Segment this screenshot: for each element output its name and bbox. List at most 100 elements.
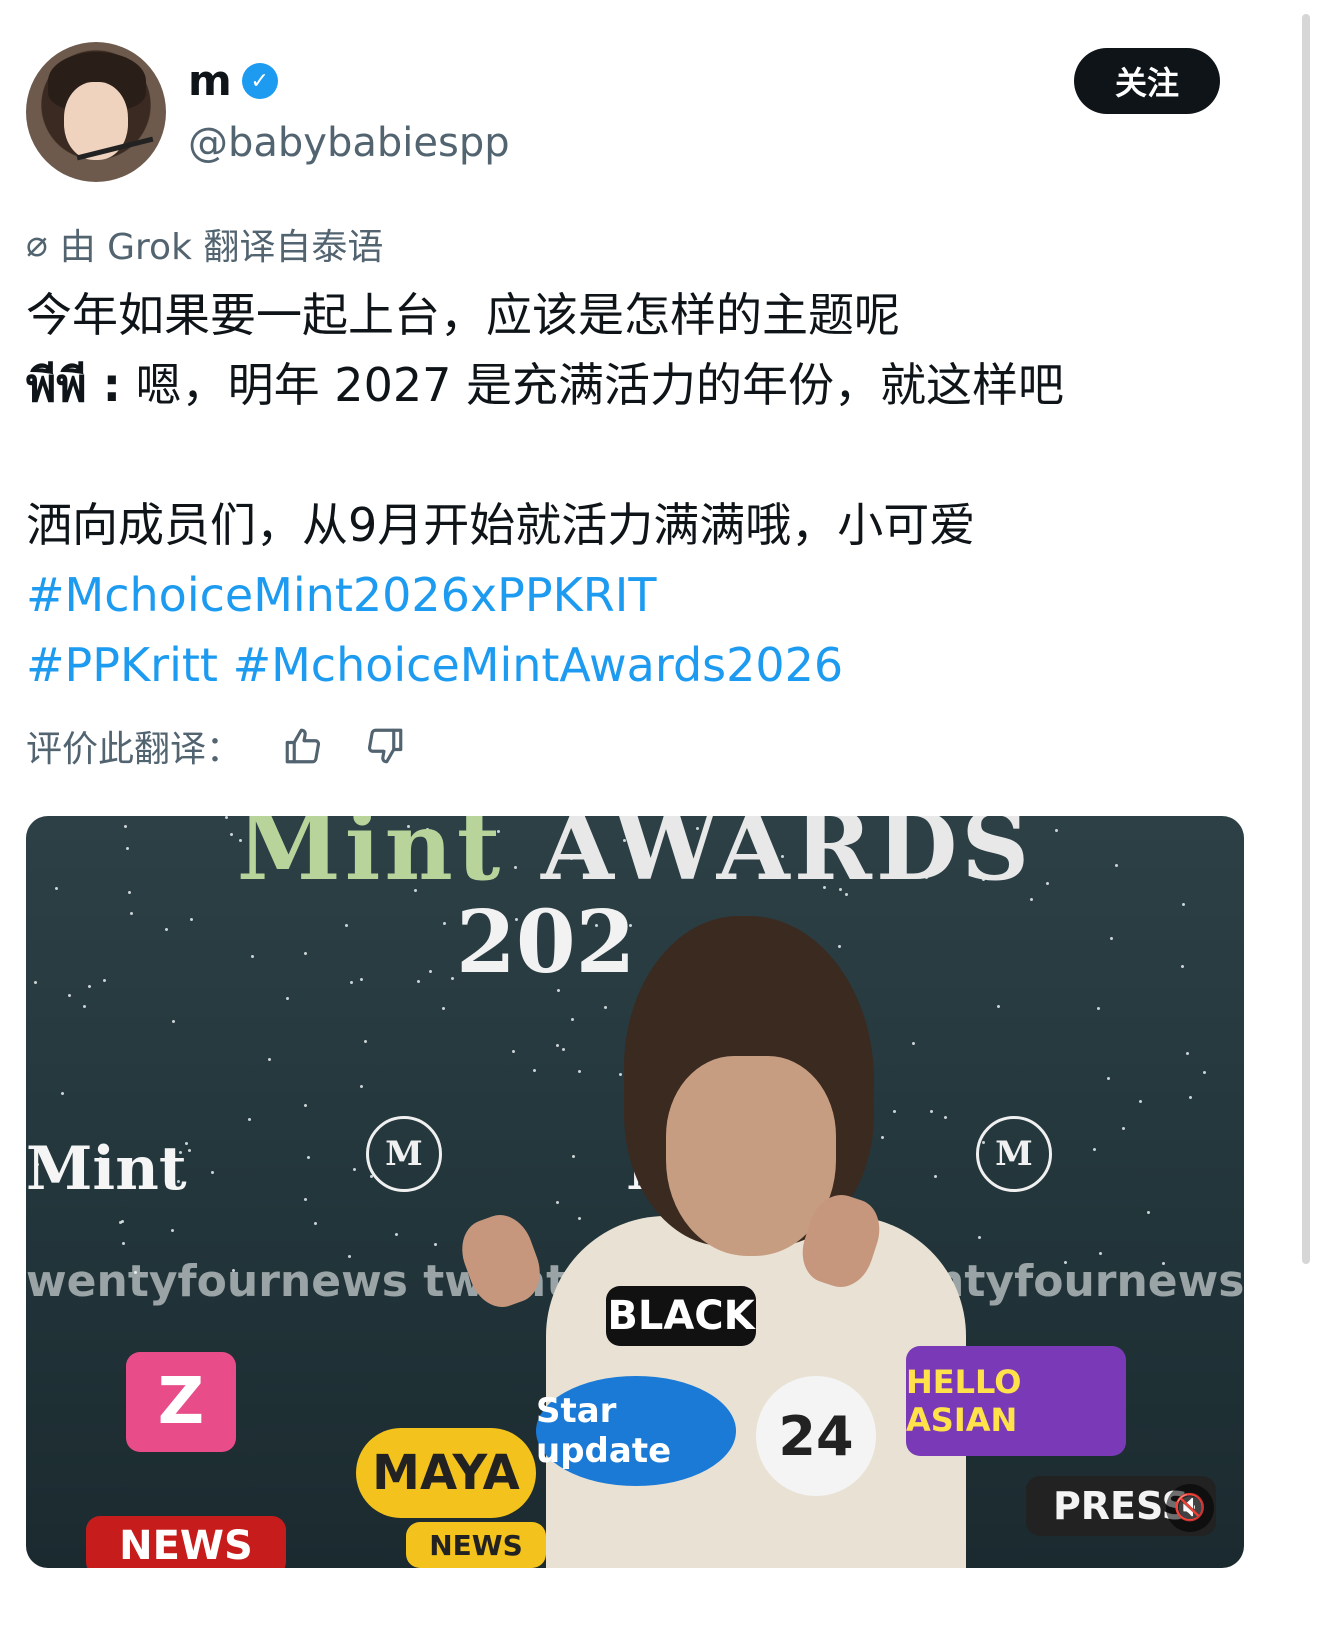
backdrop-star [304, 1198, 307, 1201]
mchoice-logo-icon: M [976, 1116, 1052, 1192]
backdrop-star [556, 1044, 559, 1047]
mic-flag: 24 [756, 1376, 876, 1496]
backdrop-star [364, 1040, 367, 1043]
mic-flag: Star update [536, 1376, 736, 1486]
backdrop-star [304, 1104, 307, 1107]
backdrop-star [130, 912, 133, 915]
backdrop-star [1122, 1127, 1125, 1130]
backdrop-star [251, 955, 254, 958]
backdrop-star [350, 981, 353, 984]
backdrop-star [1099, 1252, 1102, 1255]
backdrop-star [572, 1155, 575, 1158]
hashtag-link[interactable]: #MchoiceMintAwards2026 [233, 638, 844, 692]
post-media-video[interactable]: Mint AWARDS 202 Mint M M M wentyfournews… [26, 816, 1244, 1568]
mic-flag: NEWS [86, 1516, 286, 1568]
backdrop-star [34, 981, 37, 984]
post-line-2-prefix: พีพี : [26, 358, 122, 412]
display-name[interactable]: m [188, 60, 232, 102]
backdrop-star [83, 1005, 86, 1008]
backdrop-year: 202 [456, 892, 636, 993]
backdrop-star [881, 1136, 884, 1139]
hashtag-line-2: #PPKritt #MchoiceMintAwards2026 [26, 630, 1246, 700]
rate-translation-row: 评价此翻译： [26, 720, 406, 772]
backdrop-star [417, 980, 420, 983]
backdrop-star [429, 970, 432, 973]
backdrop-star [434, 1243, 437, 1246]
backdrop-star [619, 1073, 622, 1076]
backdrop-star [512, 1050, 515, 1053]
mute-icon[interactable]: 🔇 [1166, 1484, 1214, 1532]
backdrop-star [248, 1118, 251, 1121]
backdrop-star [912, 1042, 915, 1045]
backdrop-star [1093, 1148, 1096, 1151]
backdrop-star [122, 1242, 125, 1245]
backdrop-brand-left: Mint [26, 1134, 187, 1204]
backdrop-star [1097, 1007, 1100, 1010]
mic-flag: BLACK [606, 1286, 756, 1346]
backdrop-star [1181, 965, 1184, 968]
backdrop-star [556, 1201, 559, 1204]
backdrop-title-white: AWARDS [504, 816, 1034, 902]
backdrop-star [578, 1217, 581, 1220]
backdrop-star [172, 1020, 175, 1023]
backdrop-star [1147, 1211, 1150, 1214]
mic-flag: NEWS [406, 1522, 546, 1568]
backdrop-star [103, 979, 106, 982]
backdrop-title: Mint AWARDS [26, 816, 1244, 902]
backdrop-star [360, 1085, 363, 1088]
user-handle[interactable]: @babybabiespp [188, 120, 510, 166]
backdrop-star [451, 977, 454, 980]
hashtag-line-1: #MchoiceMint2026xPPKRIT [26, 560, 1246, 630]
translation-note-text: 由 Grok 翻译自泰语 [59, 227, 384, 268]
follow-button[interactable]: 关注 [1074, 48, 1220, 114]
rate-translation-label: 评价此翻译： [26, 729, 243, 770]
backdrop-star [304, 952, 307, 955]
backdrop-star [360, 978, 363, 981]
thumbs-up-icon[interactable] [282, 725, 324, 767]
backdrop-star [345, 924, 348, 927]
backdrop-star [978, 1236, 981, 1239]
backdrop-star [1182, 903, 1185, 906]
avatar[interactable] [26, 42, 166, 182]
backdrop-star [442, 1007, 445, 1010]
post-line-2-rest: 嗯，明年 2027 是充满活力的年份，就这样吧 [121, 358, 1064, 412]
scrollbar[interactable] [1302, 14, 1310, 1264]
backdrop-title-green: Mint [236, 816, 505, 902]
backdrop-star [1189, 1096, 1192, 1099]
post-header: m ✓ @babybabiespp 关注 [26, 42, 1266, 182]
backdrop-star [268, 1058, 271, 1061]
backdrop-star [578, 1070, 581, 1073]
backdrop-star [307, 1156, 310, 1159]
hashtag-link[interactable]: #PPKritt [26, 638, 218, 692]
post-line-3: 洒向成员们，从9月开始就活力满满哦，小可爱 [26, 498, 976, 552]
post-text: 今年如果要一起上台，应该是怎样的主题呢 พีพี : 嗯，明年 2027 是充满… [26, 280, 1246, 700]
backdrop-star [353, 1168, 356, 1171]
backdrop-star [997, 1005, 1000, 1008]
backdrop-star [1107, 1077, 1110, 1080]
backdrop-star [171, 1229, 174, 1232]
backdrop-star [395, 1233, 398, 1236]
backdrop-star [188, 1149, 191, 1152]
backdrop-star [1203, 1071, 1206, 1074]
hashtag-link[interactable]: #MchoiceMint2026xPPKRIT [26, 568, 656, 622]
backdrop-star [1110, 937, 1113, 940]
backdrop-star [934, 1175, 937, 1178]
backdrop-star [61, 1092, 64, 1095]
backdrop-star [944, 1116, 947, 1119]
mic-flag: HELLO ASIAN [906, 1346, 1126, 1456]
backdrop-star [533, 1069, 536, 1072]
backdrop-star [119, 1221, 122, 1224]
backdrop-star [1139, 1100, 1142, 1103]
mic-flag: MAYA [356, 1428, 536, 1518]
backdrop-star [1186, 1052, 1189, 1055]
post-line-1: 今年如果要一起上台，应该是怎样的主题呢 [26, 288, 900, 342]
post-line-2: พีพี : 嗯，明年 2027 是充满活力的年份，就这样吧 [26, 350, 1246, 420]
backdrop-star [562, 1048, 565, 1051]
backdrop-star [286, 997, 289, 1000]
translation-note: ⌀ 由 Grok 翻译自泰语 [26, 218, 383, 270]
mic-flag: Z [126, 1352, 236, 1452]
thumbs-down-icon[interactable] [364, 725, 406, 767]
backdrop-star [571, 1018, 574, 1021]
backdrop-star [190, 918, 193, 921]
